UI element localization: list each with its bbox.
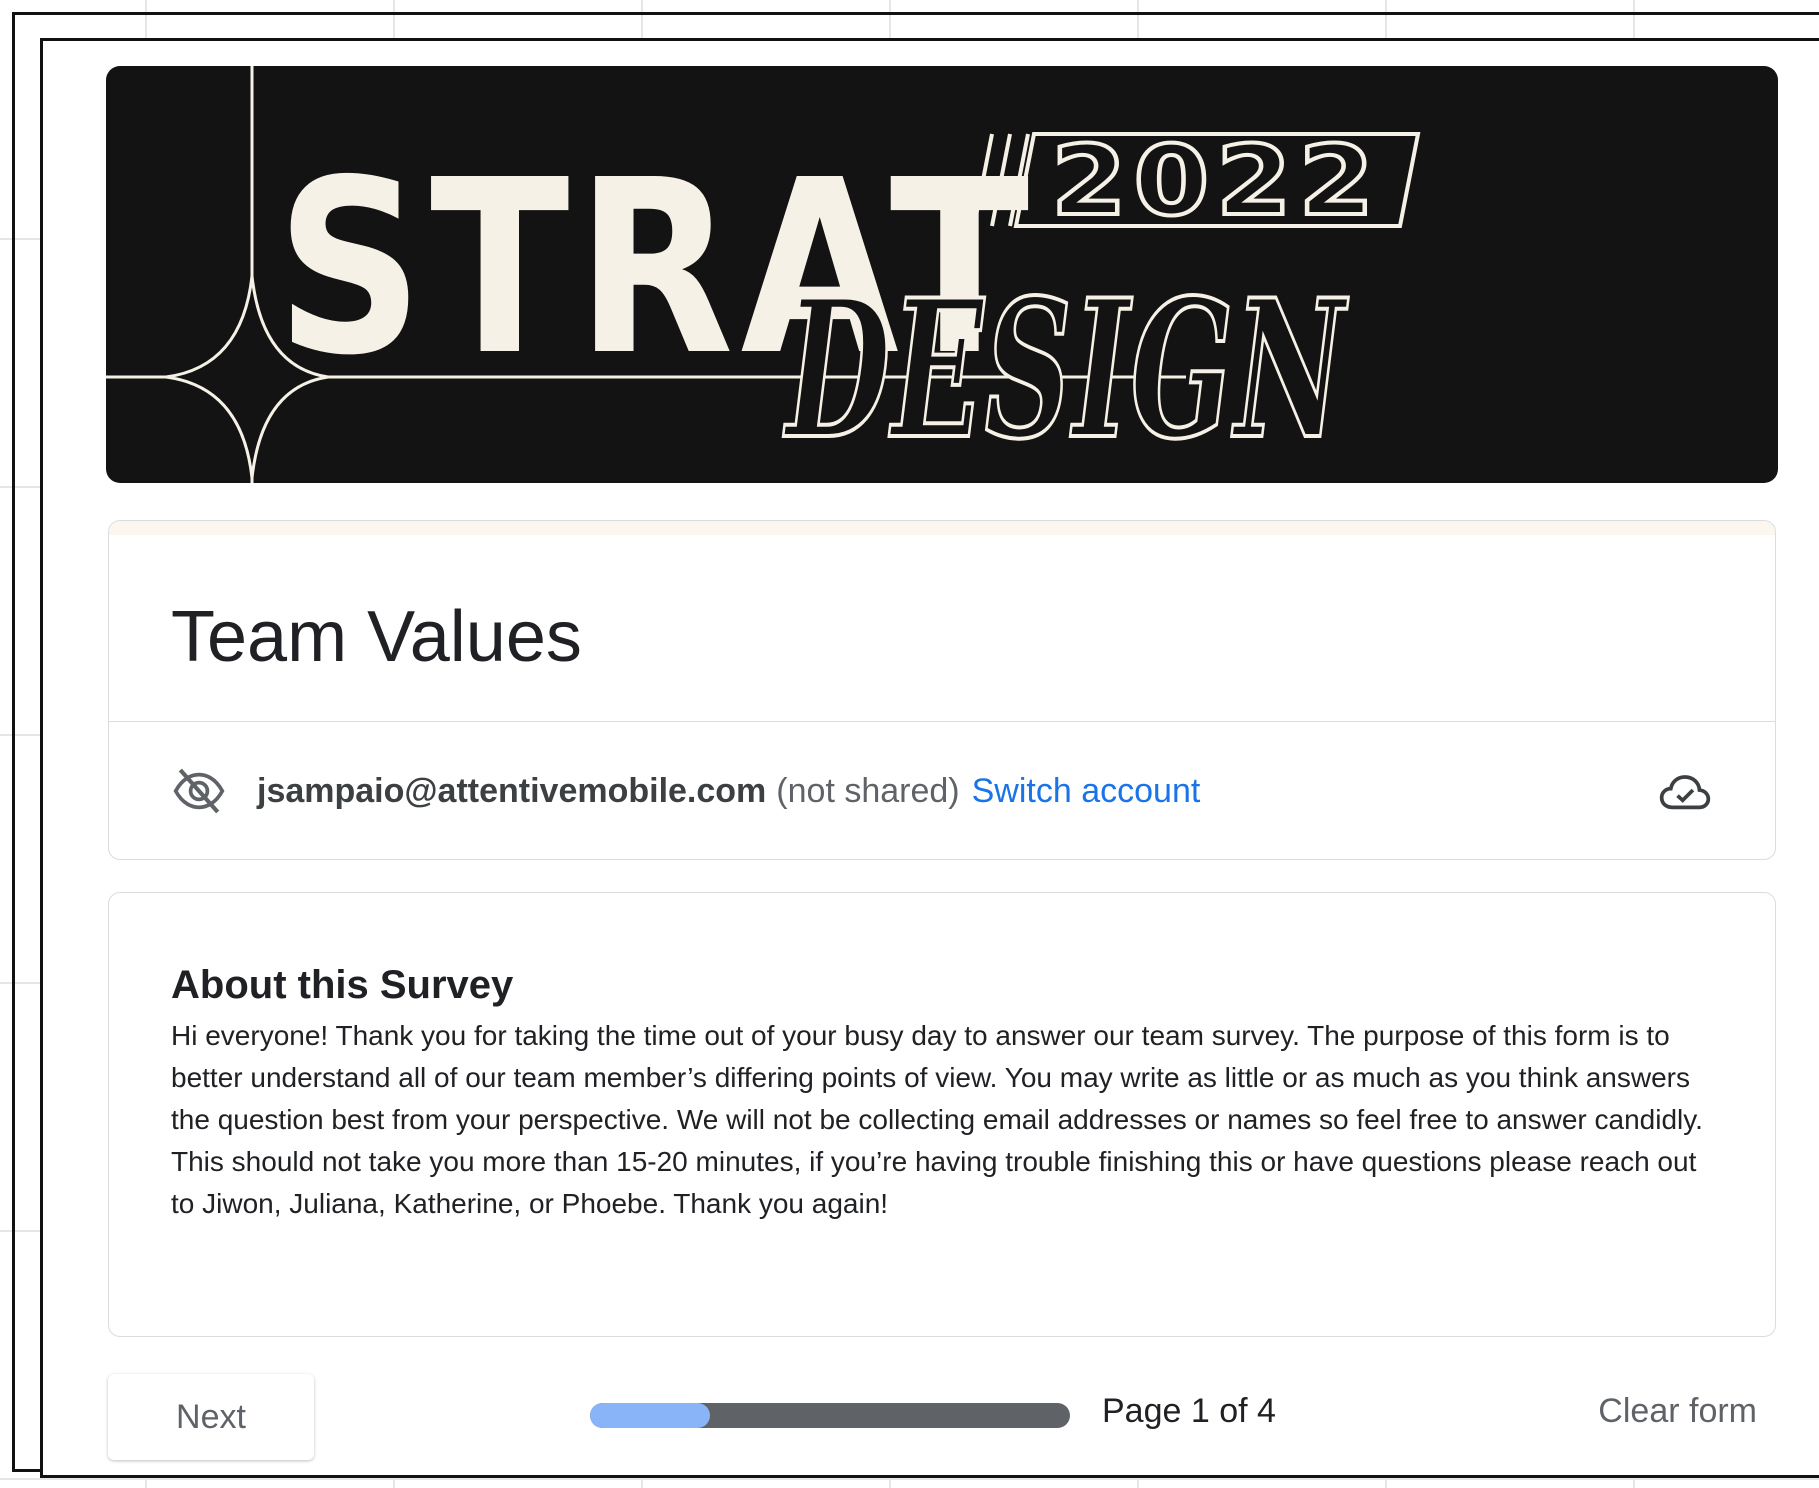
account-email: jsampaio@attentivemobile.com (257, 771, 767, 810)
form-title: Team Values (171, 597, 582, 677)
title-divider (109, 721, 1775, 722)
logo-subtitle: DESIGN (783, 258, 1349, 481)
description-body: Hi everyone! Thank you for taking the ti… (171, 1020, 1703, 1219)
eye-off-icon (173, 768, 225, 814)
account-row: jsampaio@attentivemobile.com (not shared… (171, 761, 1713, 821)
next-button[interactable]: Next (108, 1374, 314, 1460)
header-banner: STRAT 2022 DESIGN (106, 66, 1778, 483)
banner-artwork: STRAT 2022 DESIGN (106, 66, 1421, 483)
switch-account-link[interactable]: Switch account (972, 772, 1201, 811)
page-indicator: Page 1 of 4 (1102, 1392, 1276, 1430)
progress-bar (590, 1403, 1070, 1428)
logo-year: 2022 (1051, 125, 1381, 237)
clear-form-button[interactable]: Clear form (1598, 1392, 1757, 1431)
not-shared-label: (not shared) (776, 771, 960, 810)
description-heading: About this Survey (171, 963, 514, 1007)
progress-fill (590, 1403, 710, 1428)
description-card: About this Survey Hi everyone! Thank you… (108, 892, 1776, 1337)
form-title-card: Team Values jsampaio@attentivemobile.com… (108, 520, 1776, 860)
cloud-check-icon (1659, 775, 1711, 810)
